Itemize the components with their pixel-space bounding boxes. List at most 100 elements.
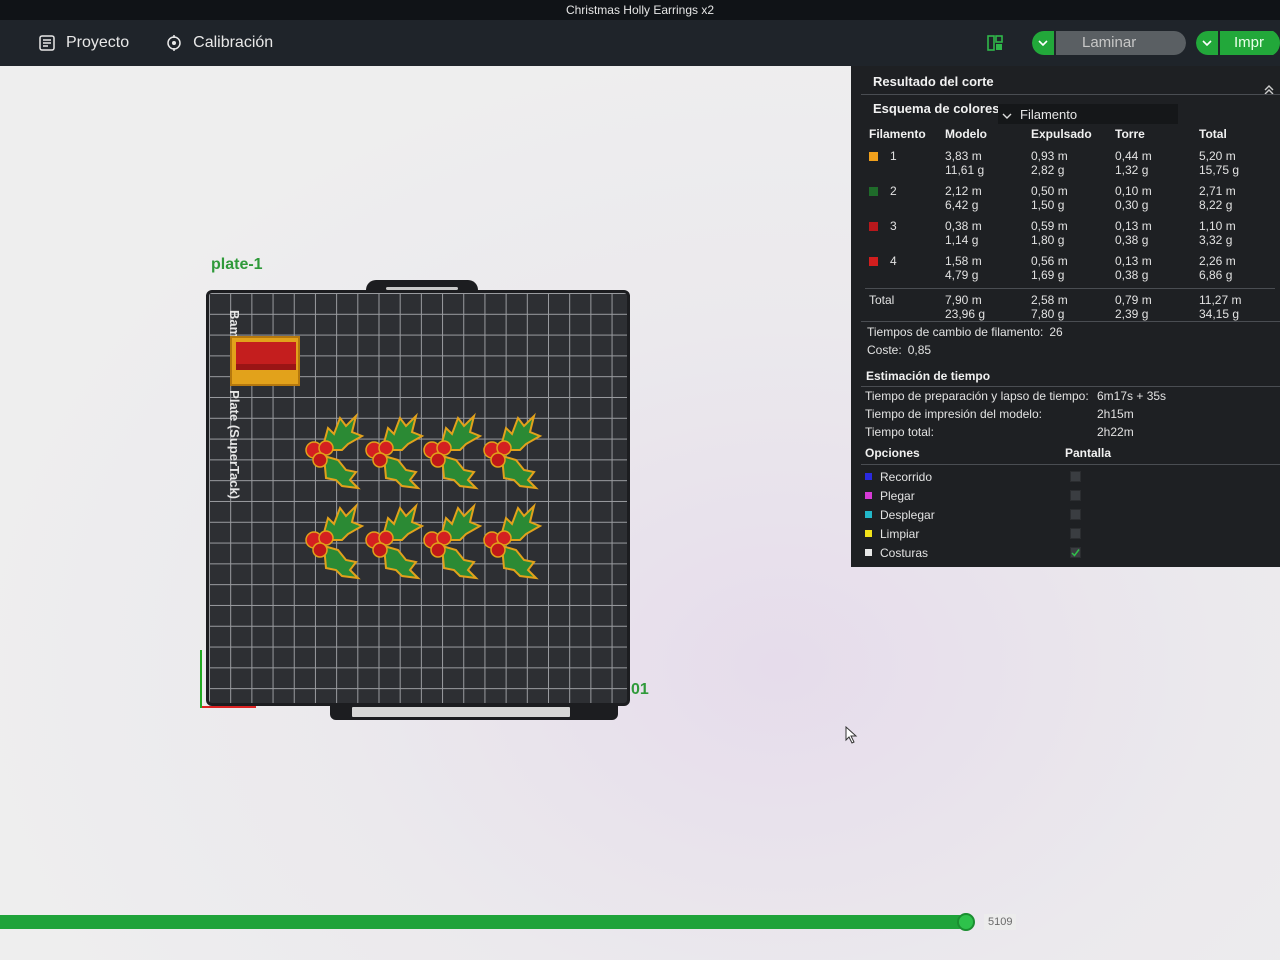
torre-cell: 0,10 m 0,30 g (1111, 183, 1195, 218)
expulsado-cell-length: 0,93 m (1031, 149, 1068, 163)
collapse-icon[interactable] (1264, 84, 1274, 95)
holly-earring-object[interactable] (420, 500, 484, 580)
time-label: Tiempo de preparación y lapso de tiempo: (865, 389, 1089, 403)
modelo-cell: 3,83 m 11,61 g (941, 148, 1027, 183)
checkbox[interactable] (1070, 528, 1081, 539)
torre-cell: 0,13 m 0,38 g (1111, 253, 1195, 288)
time-value: 2h15m (1097, 407, 1134, 421)
expulsado-cell: 0,56 m 1,69 g (1027, 253, 1111, 288)
total-cell-weight: 15,75 g (1199, 163, 1240, 177)
project-icon (38, 34, 56, 52)
total-label: Total (865, 287, 941, 323)
panel-title: Resultado del corte (873, 74, 994, 89)
option-row[interactable]: Plegar (865, 486, 1265, 505)
option-row[interactable]: Limpiar (865, 524, 1265, 543)
cost-label: Coste: (867, 343, 902, 357)
divider (861, 94, 1280, 95)
total-cell-weight: 6,86 g (1199, 268, 1233, 282)
checkbox[interactable] (1070, 471, 1081, 482)
layer-slider-thumb[interactable] (957, 913, 975, 931)
print-button[interactable]: Impr (1196, 29, 1280, 57)
y-axis-indicator (200, 650, 202, 708)
options-list: Recorrido Plegar Desplegar Limpiar Costuras (865, 467, 1265, 562)
column-header: Torre (1115, 127, 1145, 141)
total-row: Total 7,90 m 23,96 g 2,58 m 7,80 g 0,79 m 2,39… (865, 287, 1275, 323)
option-row[interactable]: Recorrido (865, 467, 1265, 486)
holly-earring-object[interactable] (420, 410, 484, 490)
modelo-cell-length: 1,58 m (945, 254, 982, 268)
holly-earring-object[interactable] (362, 410, 426, 490)
option-row[interactable]: Costuras (865, 543, 1265, 562)
filament-id: 2 (890, 184, 897, 198)
display-label: Pantalla (1065, 446, 1112, 460)
layer-slider-value: 5109 (984, 914, 1017, 930)
total-cell-length: 2,26 m (1199, 254, 1236, 268)
column-header: Filamento (869, 127, 926, 141)
total-cell-length: 1,10 m (1199, 219, 1236, 233)
divider (861, 386, 1280, 387)
tab-project[interactable]: Proyecto (20, 25, 147, 61)
total-cell-length: 11,27 m (1199, 292, 1242, 307)
mouse-cursor-icon (845, 725, 859, 744)
torre-cell-weight: 1,32 g (1115, 163, 1149, 177)
option-label: Recorrido (880, 469, 933, 484)
modelo-cell-weight: 1,14 g (945, 233, 979, 247)
bed-label-strip (352, 707, 570, 717)
plate-name[interactable]: plate-1 (211, 256, 263, 274)
torre-cell: 0,13 m 0,38 g (1111, 218, 1195, 253)
tab-project-label: Proyecto (66, 34, 130, 51)
color-scheme-select[interactable]: Filamento (998, 104, 1178, 124)
torre-cell-weight: 0,30 g (1115, 198, 1149, 212)
tab-calibration[interactable]: Calibración (147, 25, 291, 61)
cost-value: 0,85 (907, 343, 932, 357)
holly-earring-object[interactable] (480, 410, 544, 490)
chevron-down-icon[interactable] (1196, 31, 1218, 55)
column-header: Expulsado (1031, 127, 1092, 141)
prime-tower[interactable] (230, 336, 300, 386)
holly-earring-object[interactable] (302, 500, 366, 580)
checkbox-checked[interactable] (1070, 547, 1081, 558)
expulsado-cell-weight: 1,69 g (1031, 268, 1065, 282)
time-value: 2h22m (1097, 425, 1134, 439)
option-color-swatch (865, 473, 872, 480)
holly-earring-object[interactable] (362, 500, 426, 580)
slice-result-panel: Resultado del corte Esquema de colores F… (851, 66, 1280, 567)
total-cell-weight: 34,15 g (1199, 306, 1240, 321)
total-cell-length: 5,20 m (1199, 149, 1236, 163)
expulsado-cell-length: 0,59 m (1031, 219, 1068, 233)
checkbox[interactable] (1070, 509, 1081, 520)
torre-cell-weight: 2,39 g (1115, 306, 1149, 321)
filament-id: 4 (890, 254, 897, 268)
filament-color-swatch (869, 257, 878, 267)
expulsado-cell-weight: 2,82 g (1031, 163, 1065, 177)
menu-bar: Proyecto Calibración Laminar placa Impr (0, 20, 1280, 66)
expulsado-cell-weight: 1,80 g (1031, 233, 1065, 247)
chevron-down-icon[interactable] (1032, 31, 1054, 55)
modelo-cell: 2,12 m 6,42 g (941, 183, 1027, 218)
layer-slider-track[interactable] (0, 915, 966, 929)
torre-cell-length: 0,44 m (1115, 149, 1152, 163)
layout-icon[interactable] (986, 34, 1004, 52)
modelo-cell: 7,90 m 23,96 g (941, 287, 1027, 323)
total-cell: 1,10 m 3,32 g (1195, 218, 1275, 253)
calibration-icon (165, 34, 183, 52)
torre-cell-weight: 0,38 g (1115, 268, 1149, 282)
time-value: 6m17s + 35s (1097, 389, 1167, 403)
time-row: Tiempo total: 2h22m (865, 425, 1265, 443)
option-row[interactable]: Desplegar (865, 505, 1265, 524)
torre-cell-length: 0,10 m (1115, 184, 1152, 198)
slice-plate-button[interactable]: Laminar placa (1032, 29, 1186, 57)
filament-cell: 3 (865, 218, 941, 253)
column-header: Modelo (945, 127, 987, 141)
holly-earring-object[interactable] (302, 410, 366, 490)
expulsado-cell-weight: 7,80 g (1031, 306, 1065, 321)
color-scheme-label: Esquema de colores (873, 101, 1000, 116)
x-axis-indicator (200, 706, 256, 708)
checkbox[interactable] (1070, 490, 1081, 501)
total-cell: 11,27 m 34,15 g (1195, 287, 1275, 323)
options-label: Opciones (865, 446, 920, 460)
torre-cell-length: 0,13 m (1115, 219, 1152, 233)
filament-row: 4 1,58 m 4,79 g 0,56 m 1,69 g 0,13 m 0,38 g 2,2… (865, 253, 1275, 288)
divider (861, 464, 1280, 465)
holly-earring-object[interactable] (480, 500, 544, 580)
